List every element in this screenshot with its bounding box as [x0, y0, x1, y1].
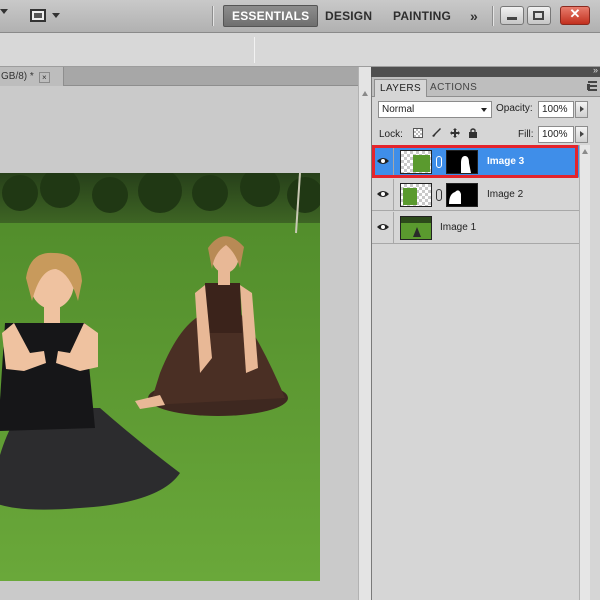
- application-bar: ESSENTIALS DESIGN PAINTING » ✕: [0, 0, 600, 33]
- panel-menu-icon[interactable]: [585, 81, 597, 92]
- fill-slider-button[interactable]: [575, 126, 588, 143]
- brush-icon[interactable]: [432, 128, 442, 138]
- close-icon: ✕: [569, 6, 581, 21]
- eye-icon: [377, 191, 389, 197]
- more-workspaces-button[interactable]: »: [470, 8, 478, 24]
- panel-tabs: LAYERS ACTIONS: [372, 77, 600, 97]
- tab-actions[interactable]: ACTIONS: [425, 79, 482, 97]
- document-tab-label: GB/8) *: [1, 71, 34, 82]
- lock-transparent-icon[interactable]: [413, 128, 423, 138]
- opacity-input[interactable]: 100%: [538, 101, 574, 118]
- divider: [492, 6, 494, 26]
- blend-mode-value: Normal: [382, 104, 415, 115]
- close-document-icon[interactable]: ×: [38, 72, 50, 83]
- layers-scrollbar[interactable]: [579, 145, 590, 600]
- restore-icon: [533, 11, 544, 20]
- lock-icon[interactable]: [468, 128, 478, 138]
- document-scrollbar[interactable]: [358, 67, 371, 600]
- visibility-toggle[interactable]: [372, 212, 394, 243]
- document-tab-strip: [64, 67, 358, 86]
- tab-layers[interactable]: LAYERS: [374, 79, 428, 97]
- workspace-painting-button[interactable]: PAINTING: [385, 5, 459, 27]
- close-button[interactable]: ✕: [560, 6, 590, 25]
- layer-row-image-1[interactable]: Image 1: [372, 212, 579, 244]
- eye-icon: [377, 224, 389, 230]
- tool-dropdown[interactable]: [0, 9, 8, 14]
- collapse-chevron-icon[interactable]: »: [593, 65, 598, 75]
- visibility-toggle[interactable]: [372, 179, 394, 210]
- scroll-up-icon[interactable]: [582, 149, 588, 154]
- layer-name[interactable]: Image 2: [487, 189, 523, 200]
- screen-mode-icon: [30, 9, 46, 22]
- minimize-icon: [507, 17, 517, 20]
- workspace-essentials-button[interactable]: ESSENTIALS: [223, 5, 319, 27]
- canvas-image[interactable]: [0, 173, 320, 581]
- minimize-button[interactable]: [500, 6, 524, 25]
- layer-name[interactable]: Image 1: [440, 222, 476, 233]
- restore-button[interactable]: [527, 6, 551, 25]
- layer-thumbnail[interactable]: [400, 150, 432, 174]
- layer-thumbnail[interactable]: [400, 183, 432, 207]
- chevron-down-icon: [481, 108, 487, 112]
- screen-mode-dropdown[interactable]: [30, 9, 60, 22]
- move-icon[interactable]: [450, 128, 460, 138]
- chain-link-icon[interactable]: [436, 156, 442, 168]
- layers-list: Image 3 Image 2 Image 1: [372, 145, 590, 600]
- visibility-toggle[interactable]: [372, 146, 394, 177]
- panel-dock-header[interactable]: »: [371, 65, 600, 77]
- workspace-design-button[interactable]: DESIGN: [317, 5, 380, 27]
- lock-label: Lock:: [379, 129, 403, 140]
- opacity-slider-button[interactable]: [575, 101, 588, 118]
- document-tab[interactable]: GB/8) * ×: [0, 67, 64, 86]
- blend-mode-select[interactable]: Normal: [378, 101, 492, 118]
- divider: [212, 6, 214, 26]
- opacity-label: Opacity:: [496, 103, 533, 114]
- layers-panel: LAYERS ACTIONS Normal Opacity: 100% Lock…: [371, 77, 600, 600]
- fill-input[interactable]: 100%: [538, 126, 574, 143]
- scroll-up-icon[interactable]: [362, 91, 368, 96]
- options-bar: [0, 33, 600, 67]
- layer-row-image-2[interactable]: Image 2: [372, 179, 579, 211]
- fill-label: Fill:: [518, 129, 534, 140]
- chevron-down-icon: [0, 9, 8, 14]
- photo-two-girls-on-grass: [0, 173, 320, 581]
- chevron-down-icon: [52, 13, 60, 18]
- layer-mask-thumbnail[interactable]: [446, 150, 478, 174]
- layer-name[interactable]: Image 3: [487, 156, 524, 167]
- chain-link-icon[interactable]: [436, 189, 442, 201]
- layer-row-image-3[interactable]: Image 3: [372, 146, 579, 178]
- layer-thumbnail[interactable]: [400, 216, 432, 240]
- layer-mask-thumbnail[interactable]: [446, 183, 478, 207]
- eye-icon: [377, 158, 389, 164]
- divider: [254, 37, 255, 63]
